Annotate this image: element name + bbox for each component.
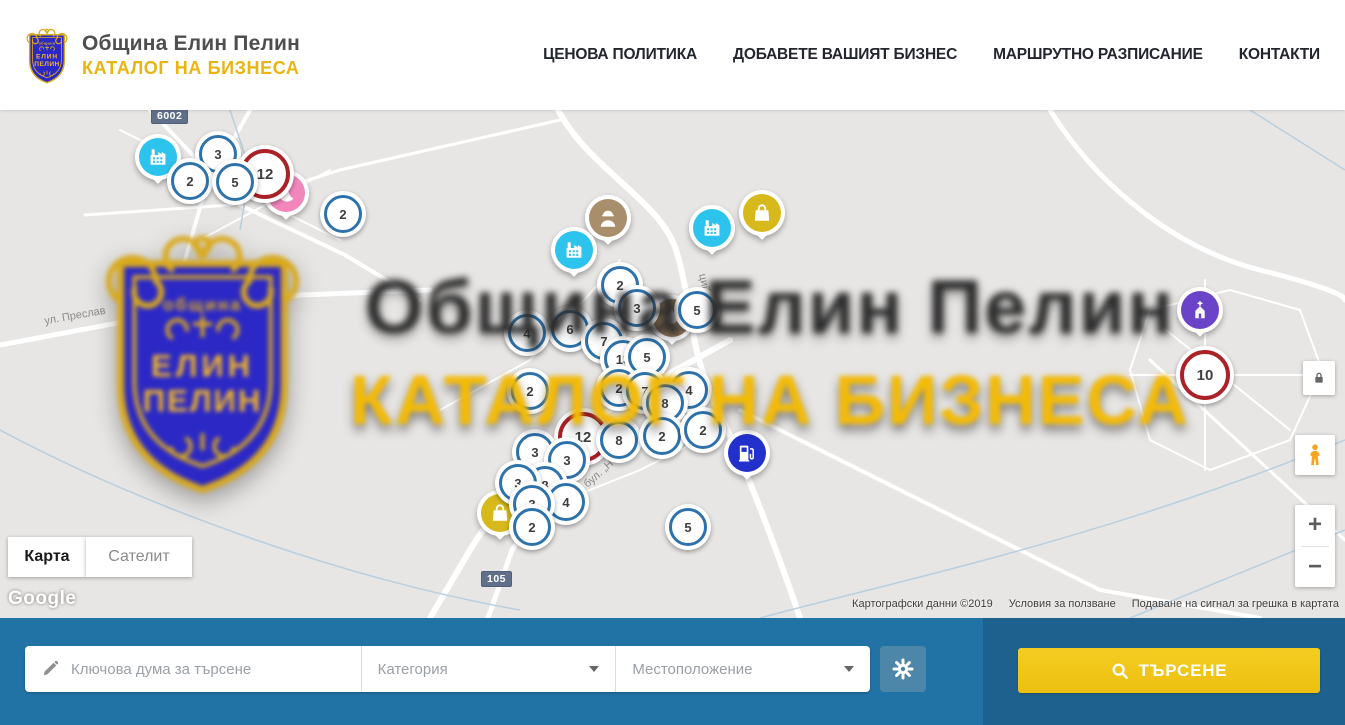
cluster-count: 3	[618, 289, 656, 327]
chevron-down-icon	[589, 666, 599, 672]
cluster-marker[interactable]: 5	[665, 504, 711, 550]
cluster-marker[interactable]: 10	[1176, 346, 1234, 404]
fuel-icon	[728, 434, 766, 472]
search-button-label: ТЪРСЕНЕ	[1139, 661, 1228, 681]
street-view-pegman-button[interactable]	[1295, 435, 1335, 475]
municipality-crest-logo	[22, 24, 72, 86]
keyword-search-input[interactable]	[69, 660, 361, 679]
cluster-count: 10	[1180, 350, 1230, 400]
cluster-count: 5	[216, 163, 254, 201]
category-pin-factory[interactable]	[551, 227, 597, 287]
lock-control-button[interactable]	[1303, 361, 1335, 395]
map-type-map-button[interactable]: Карта	[8, 537, 86, 577]
category-dropdown-value: Категория	[378, 661, 448, 678]
cluster-marker[interactable]: 4	[504, 310, 550, 356]
keyword-section	[25, 646, 362, 692]
nav-item-add-business[interactable]: ДОБАВЕТЕ ВАШИЯТ БИЗНЕС	[733, 46, 957, 64]
attribution-text: Картографски данни ©2019	[852, 598, 993, 610]
cluster-count: 2	[324, 195, 362, 233]
brand-title: Община Елин Пелин	[82, 32, 300, 56]
cluster-marker[interactable]: 2	[320, 191, 366, 237]
map-type-satellite-button[interactable]: Сателит	[86, 537, 192, 577]
search-bar: Категория Местоположение ТЪРСЕНЕ	[0, 618, 1345, 725]
attribution-link[interactable]: Подаване на сигнал за грешка в картата	[1132, 598, 1339, 610]
cluster-count: 2	[643, 417, 681, 455]
factory-icon	[693, 209, 731, 247]
watermark-crest	[85, 213, 320, 505]
nav-item-pricing[interactable]: ЦЕНОВА ПОЛИТИКА	[543, 46, 697, 64]
cluster-marker[interactable]: 2	[507, 368, 553, 414]
zoom-in-button[interactable]: +	[1295, 505, 1335, 546]
map-type-control: Карта Сателит	[8, 537, 192, 577]
cluster-marker[interactable]: 2	[167, 158, 213, 204]
location-dropdown-value: Местоположение	[632, 661, 752, 678]
cluster-count: 2	[511, 372, 549, 410]
zoom-control: + −	[1295, 505, 1335, 587]
map-attribution: Картографски данни ©2019 Условия за ползв…	[852, 598, 1339, 610]
advanced-settings-button[interactable]	[880, 646, 926, 692]
category-pin-fuel[interactable]	[724, 430, 770, 490]
cluster-count: 4	[508, 314, 546, 352]
google-logo[interactable]: Google	[8, 588, 76, 610]
cluster-count: 5	[669, 508, 707, 546]
cluster-count: 2	[684, 411, 722, 449]
chevron-down-icon	[844, 666, 854, 672]
search-input-group: Категория Местоположение	[25, 646, 870, 692]
cluster-marker[interactable]: 5	[212, 159, 258, 205]
lock-icon	[1311, 369, 1327, 387]
map-canvas[interactable]: 31225225364713527482128223383432510 Общи…	[0, 110, 1345, 618]
category-pin-bag[interactable]	[739, 190, 785, 250]
pegman-icon	[1302, 442, 1328, 468]
cluster-count: 5	[678, 291, 716, 329]
cluster-count: 8	[600, 421, 638, 459]
category-pin-factory[interactable]	[689, 205, 735, 265]
nav-item-schedule[interactable]: МАРШРУТНО РАЗПИСАНИЕ	[993, 46, 1203, 64]
category-dropdown[interactable]: Категория	[362, 646, 617, 692]
location-dropdown[interactable]: Местоположение	[616, 646, 870, 692]
cluster-marker[interactable]: 2	[509, 504, 555, 550]
cluster-count: 2	[171, 162, 209, 200]
cluster-marker[interactable]: 8	[596, 417, 642, 463]
nav-item-contacts[interactable]: КОНТАКТИ	[1239, 46, 1320, 64]
brand-text: Община Елин Пелин КАТАЛОГ НА БИЗНЕСА	[82, 32, 300, 79]
cluster-marker[interactable]: 3	[614, 285, 660, 331]
pencil-icon	[41, 660, 59, 678]
factory-icon	[555, 231, 593, 269]
main-nav: ЦЕНОВА ПОЛИТИКА ДОБАВЕТЕ ВАШИЯТ БИЗНЕС МАР…	[543, 46, 1320, 64]
church-icon	[1181, 291, 1219, 329]
category-pin-church[interactable]	[1177, 287, 1223, 347]
cluster-count: 2	[513, 508, 551, 546]
brand[interactable]: Община Елин Пелин КАТАЛОГ НА БИЗНЕСА	[22, 24, 300, 86]
search-icon	[1111, 662, 1129, 680]
cluster-marker[interactable]: 2	[680, 407, 726, 453]
gear-icon	[891, 657, 915, 681]
attribution-link[interactable]: Условия за ползване	[1009, 598, 1116, 610]
search-button[interactable]: ТЪРСЕНЕ	[1018, 648, 1320, 693]
cluster-marker[interactable]: 2	[639, 413, 685, 459]
bag-icon	[743, 194, 781, 232]
page-header: Община Елин Пелин КАТАЛОГ НА БИЗНЕСА ЦЕН…	[0, 0, 1345, 110]
zoom-out-button[interactable]: −	[1295, 547, 1335, 588]
cluster-marker[interactable]: 5	[674, 287, 720, 333]
brand-subtitle: КАТАЛОГ НА БИЗНЕСА	[82, 58, 300, 79]
